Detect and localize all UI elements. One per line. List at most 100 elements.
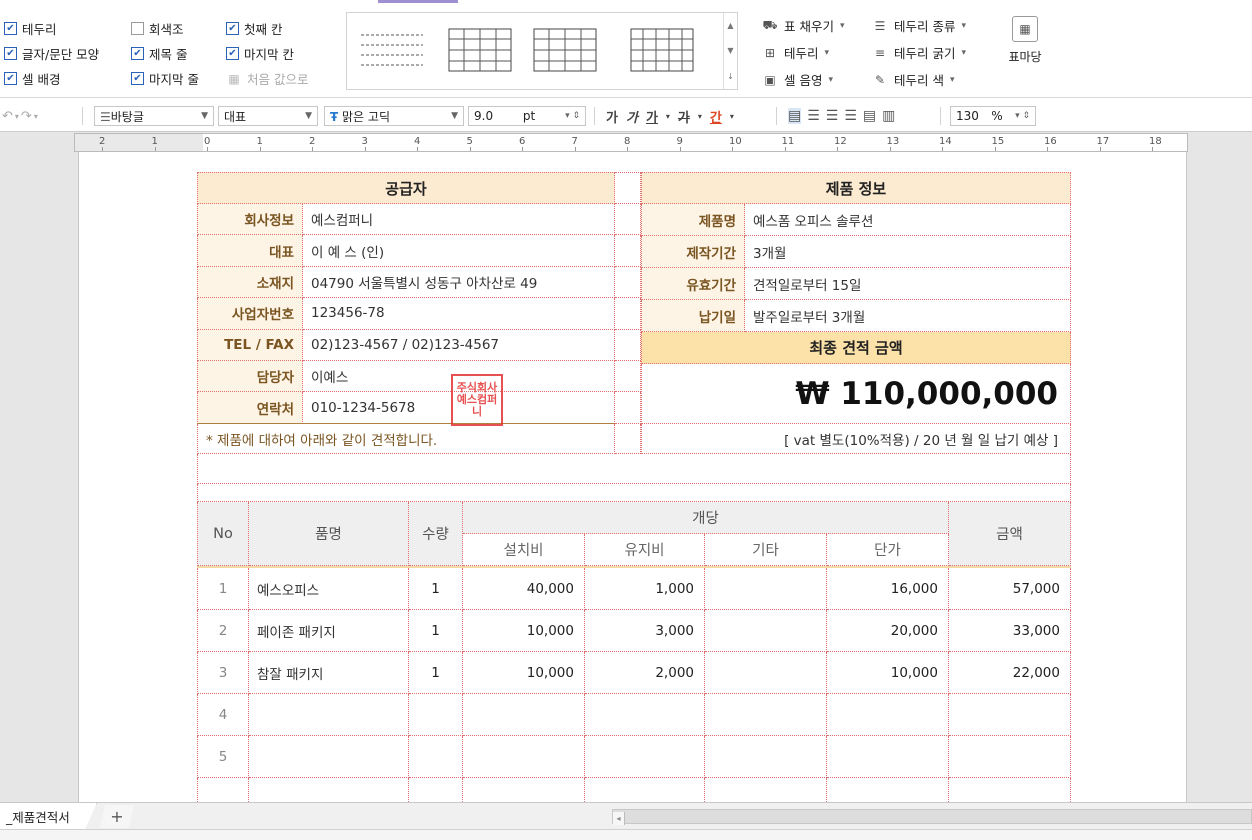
- cell-price[interactable]: 20,000: [827, 610, 949, 652]
- cell-name[interactable]: 페이존 패키지: [249, 610, 409, 652]
- align-split-icon[interactable]: ▥: [882, 108, 895, 124]
- cell-name[interactable]: 예스오피스: [249, 568, 409, 610]
- border-type-button[interactable]: ☰ 테두리 종류 ▾: [872, 16, 966, 35]
- option-char-para[interactable]: ✔ 글자/문단 모양: [4, 44, 99, 63]
- chevron-down-icon[interactable]: ▾: [730, 112, 734, 121]
- cell-setup[interactable]: 40,000: [463, 568, 585, 610]
- cell-etc[interactable]: [705, 568, 827, 610]
- chevron-down-icon[interactable]: ▼: [727, 46, 733, 55]
- horizontal-scrollbar[interactable]: ◂: [612, 809, 1252, 825]
- cell-name[interactable]: 참잘 패키지: [249, 652, 409, 694]
- bold-button[interactable]: 가: [606, 107, 618, 126]
- option-grayscale[interactable]: 회색조: [131, 19, 184, 38]
- align-right-icon[interactable]: ☰: [844, 108, 857, 124]
- cell-no[interactable]: 2: [197, 610, 249, 652]
- table-style-grid-3[interactable]: [629, 25, 695, 75]
- cell-amount[interactable]: 22,000: [949, 652, 1071, 694]
- cell-setup[interactable]: [463, 694, 585, 736]
- product-value[interactable]: 견적일로부터 15일: [745, 268, 1071, 300]
- cell-qty[interactable]: 1: [409, 568, 463, 610]
- align-left-icon[interactable]: ☰: [807, 108, 820, 124]
- cell-etc[interactable]: [705, 652, 827, 694]
- cell-etc[interactable]: [705, 694, 827, 736]
- option-border[interactable]: ✔ 테두리: [4, 19, 57, 38]
- cell-maint[interactable]: [585, 736, 705, 778]
- reset-button[interactable]: ▦ 처음 값으로: [226, 69, 308, 88]
- cell-maint[interactable]: 1,000: [585, 568, 705, 610]
- scroll-left-icon[interactable]: ◂: [613, 812, 625, 825]
- section-select[interactable]: 대표 ▼: [218, 106, 318, 126]
- font-select[interactable]: Ŧ 맑은 고딕 ▼: [324, 106, 464, 126]
- product-value[interactable]: 3개월: [745, 236, 1071, 268]
- supplier-value[interactable]: 123456-78: [303, 298, 615, 330]
- cell-price[interactable]: 10,000: [827, 652, 949, 694]
- supplier-value[interactable]: 04790 서울특별시 성동구 아차산로 49: [303, 266, 615, 299]
- cell-etc[interactable]: [705, 736, 827, 778]
- supplier-value[interactable]: 이 예 스 (인): [303, 235, 615, 267]
- align-justify-icon[interactable]: ▤: [788, 108, 802, 124]
- border-color-button[interactable]: ✎ 테두리 색 ▾: [872, 70, 955, 89]
- option-last-row[interactable]: ✔ 마지막 줄: [131, 69, 199, 88]
- cell-setup[interactable]: 10,000: [463, 610, 585, 652]
- redo-icon[interactable]: ↷: [21, 109, 32, 124]
- cell-maint[interactable]: 2,000: [585, 652, 705, 694]
- cell-amount[interactable]: 33,000: [949, 610, 1071, 652]
- supplier-value[interactable]: 예스컴퍼니: [303, 204, 615, 236]
- cell-setup[interactable]: [463, 736, 585, 778]
- align-center-icon[interactable]: ☰: [826, 108, 839, 124]
- cell-no[interactable]: 4: [197, 694, 249, 736]
- cell-name[interactable]: [249, 694, 409, 736]
- cell-maint[interactable]: [585, 694, 705, 736]
- undo-redo-group[interactable]: ↶ ▾ ↷ ▾: [2, 106, 38, 126]
- product-value[interactable]: 예스폼 오피스 솔루션: [745, 204, 1071, 236]
- option-cell-bg[interactable]: ✔ 셀 배경: [4, 69, 60, 88]
- expand-icon[interactable]: ↓: [727, 72, 734, 81]
- option-last-col[interactable]: ✔ 마지막 칸: [226, 44, 294, 63]
- chevron-up-icon[interactable]: ▲: [727, 21, 733, 30]
- cell-price[interactable]: [827, 736, 949, 778]
- cell-etc[interactable]: [705, 610, 827, 652]
- zoom-input[interactable]: 130% ▾ ⇕: [950, 106, 1036, 126]
- border-width-button[interactable]: ≡ 테두리 굵기 ▾: [872, 43, 966, 62]
- cell-name[interactable]: [249, 736, 409, 778]
- horizontal-ruler[interactable]: 2 1 0 1 2 3 4 5 6 7 8 9 10 11 12 13 14 15 16 17 18: [74, 133, 1188, 152]
- cell-maint[interactable]: 3,000: [585, 610, 705, 652]
- undo-icon[interactable]: ↶: [2, 109, 13, 124]
- cell-qty[interactable]: [409, 736, 463, 778]
- option-first-col[interactable]: ✔ 첫째 칸: [226, 19, 282, 38]
- cell-amount[interactable]: 57,000: [949, 568, 1071, 610]
- style-select[interactable]: ☰바탕글 ▼: [94, 106, 214, 126]
- cell-no[interactable]: 1: [197, 568, 249, 610]
- cell-qty[interactable]: 1: [409, 610, 463, 652]
- cell-price[interactable]: 16,000: [827, 568, 949, 610]
- add-sheet-button[interactable]: +: [100, 805, 134, 828]
- cell-no[interactable]: 3: [197, 652, 249, 694]
- option-title-row[interactable]: ✔ 제목 줄: [131, 44, 187, 63]
- font-size-input[interactable]: 9.0 pt ▾ ⇕: [468, 106, 586, 126]
- cell-qty[interactable]: [409, 694, 463, 736]
- cell-setup[interactable]: 10,000: [463, 652, 585, 694]
- document-page[interactable]: 공급자 회사정보 예스컴퍼니 대표 이 예 스 (인) 소재지 04790 서울특별시 성…: [78, 152, 1187, 808]
- gallery-scrollbar[interactable]: ▲ ▼ ↓: [723, 13, 737, 89]
- table-style-grid-1[interactable]: [447, 25, 513, 75]
- chevron-down-icon[interactable]: ▾: [666, 112, 670, 121]
- chevron-down-icon[interactable]: ▾: [698, 112, 702, 121]
- cell-amount[interactable]: [949, 736, 1071, 778]
- underline-button[interactable]: 가: [646, 107, 658, 126]
- supplier-value[interactable]: 02)123-4567 / 02)123-4567: [303, 329, 615, 361]
- cell-no[interactable]: 5: [197, 736, 249, 778]
- strike-button[interactable]: 가: [678, 107, 690, 126]
- table-style-grid-2[interactable]: [532, 25, 598, 75]
- cell-price[interactable]: [827, 694, 949, 736]
- border-button[interactable]: ⊞ 테두리 ▾: [762, 43, 829, 62]
- cell-amount[interactable]: [949, 694, 1071, 736]
- cell-shade-button[interactable]: ▣ 셀 음영 ▾: [762, 70, 833, 89]
- italic-button[interactable]: 가: [626, 107, 638, 126]
- align-distribute-icon[interactable]: ▤: [863, 108, 876, 124]
- table-style-plain[interactable]: [359, 25, 425, 75]
- table-fill-button[interactable]: ⛟ 표 채우기 ▾: [762, 16, 844, 35]
- font-color-button[interactable]: 간: [710, 107, 722, 126]
- cell-qty[interactable]: 1: [409, 652, 463, 694]
- table-margin-button[interactable]: ▦ 표마당: [1000, 16, 1050, 76]
- product-value[interactable]: 발주일로부터 3개월: [745, 300, 1071, 332]
